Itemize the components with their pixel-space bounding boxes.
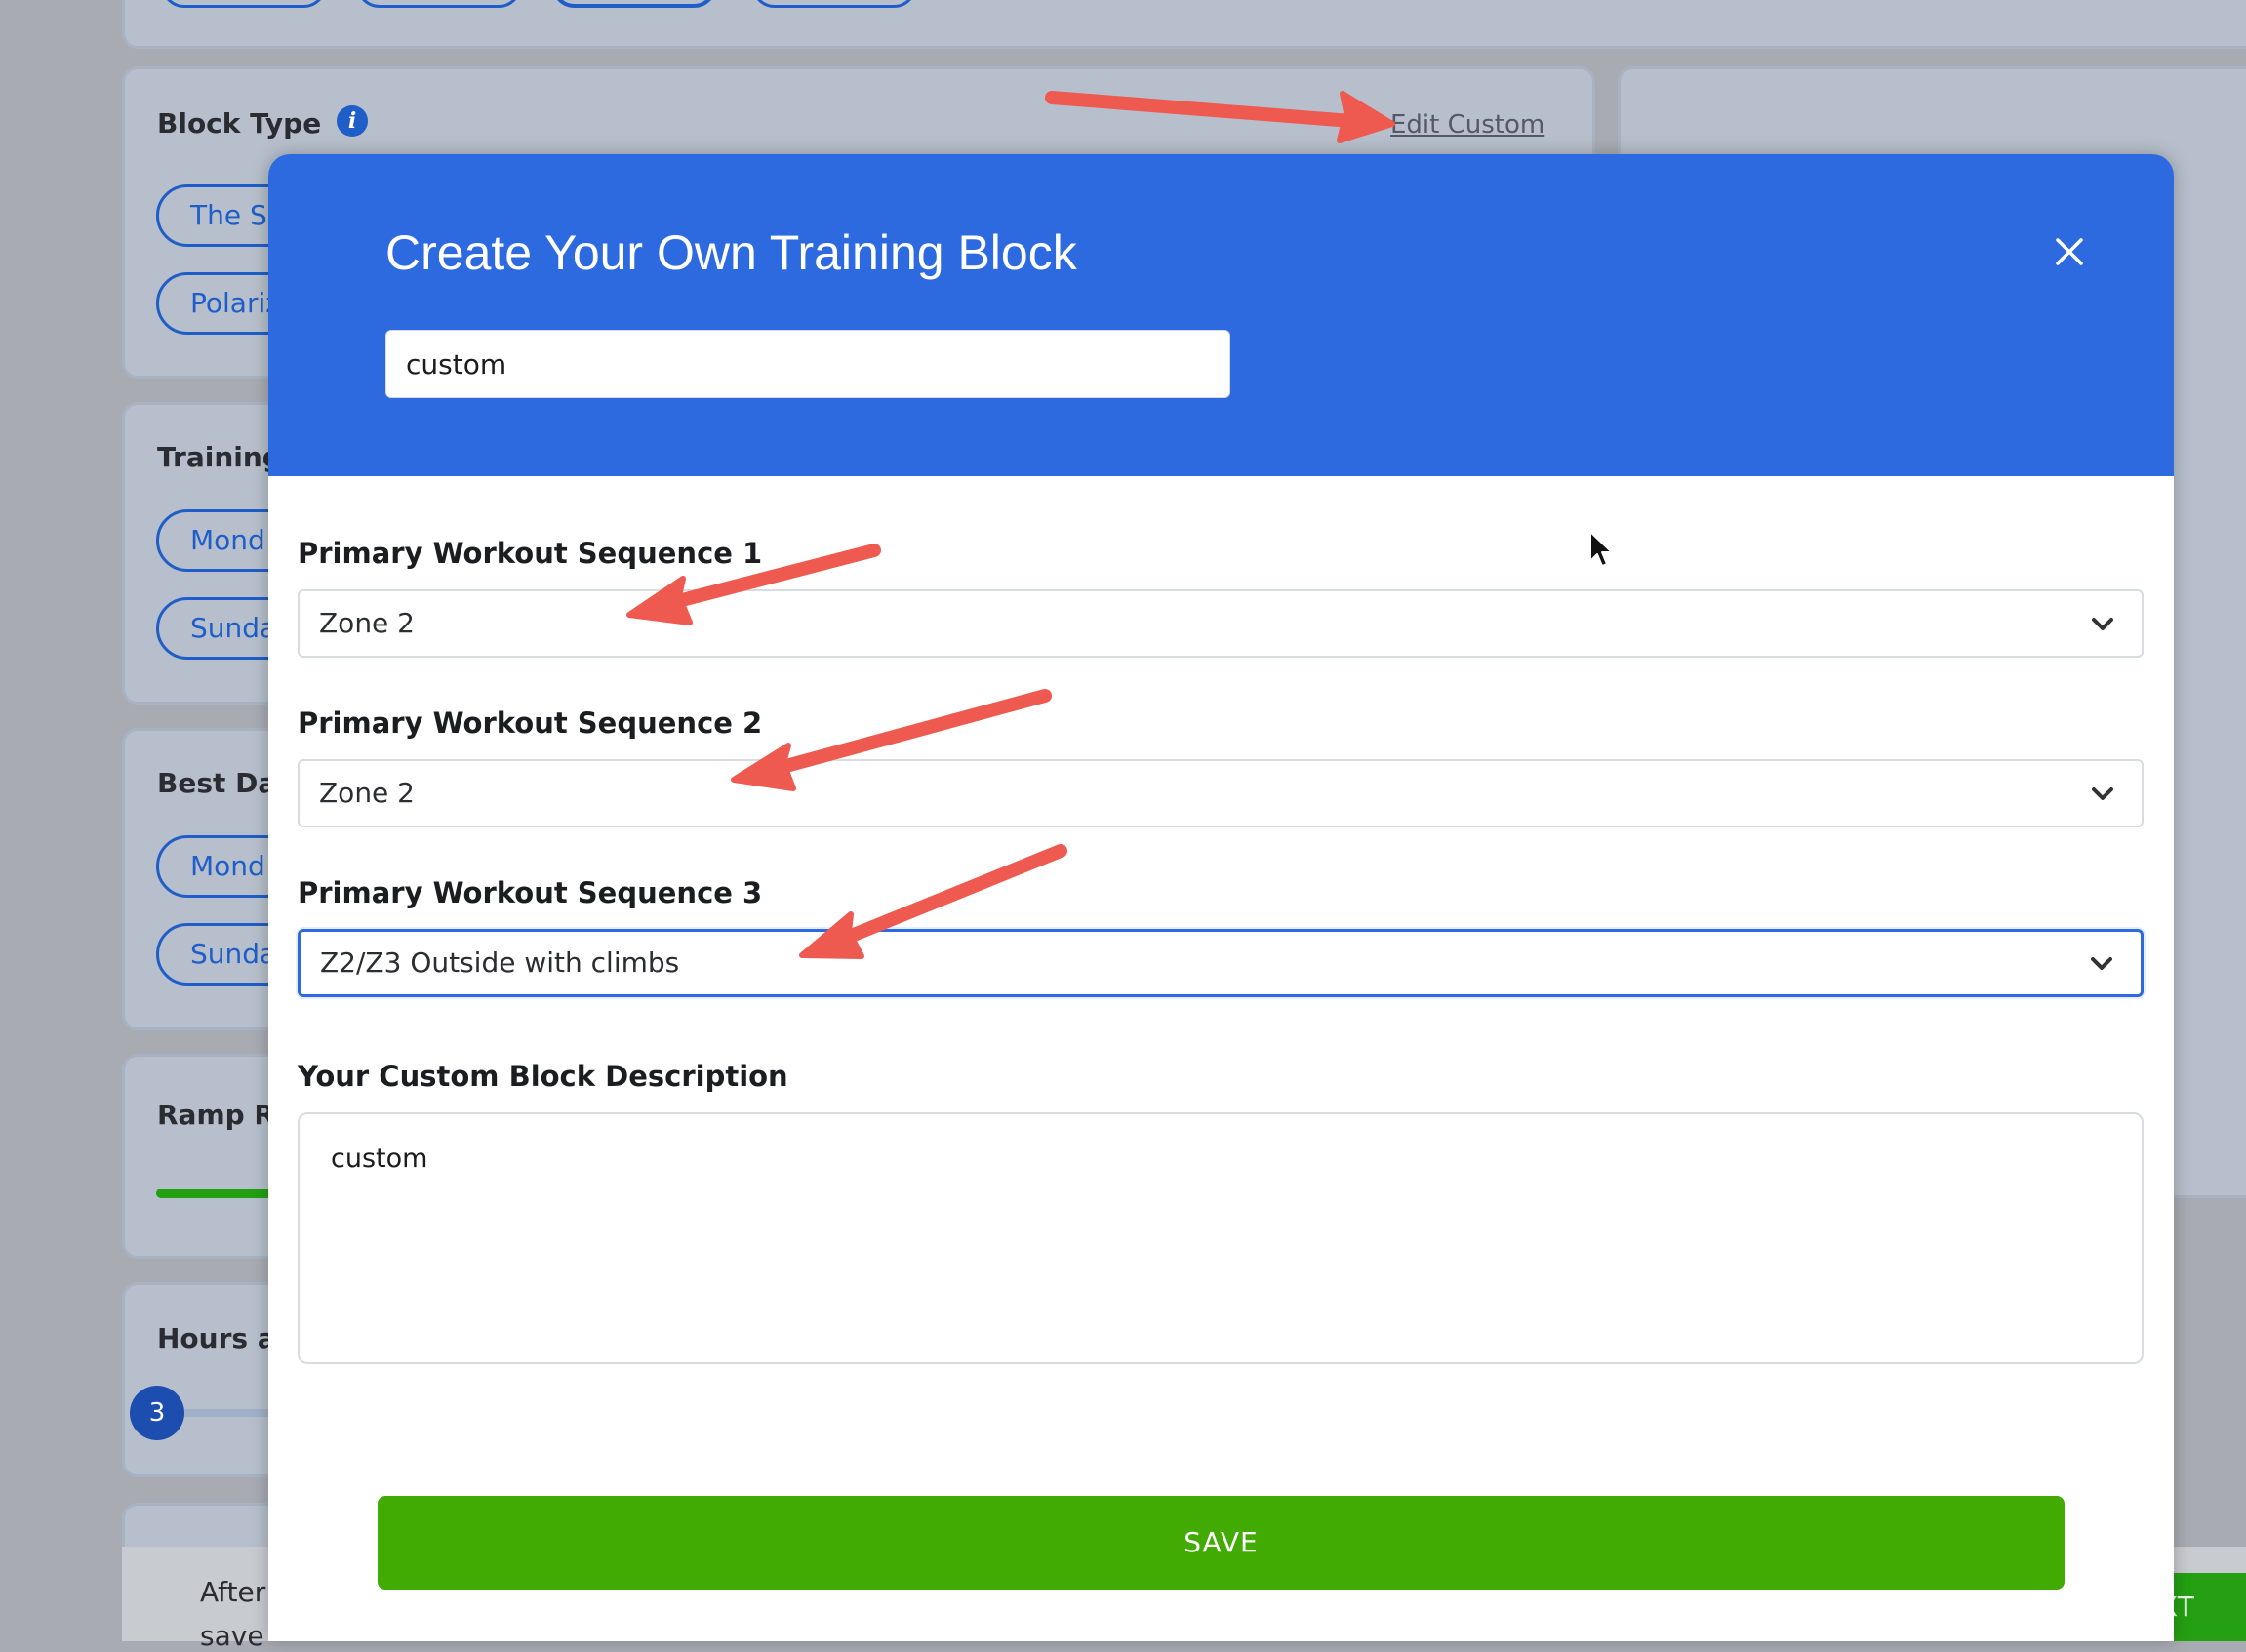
chevron-down-icon (2091, 957, 2112, 970)
mouse-cursor-icon (1589, 531, 1613, 567)
description-text: custom (331, 1144, 428, 1174)
next-button[interactable]: XT (2169, 1573, 2246, 1641)
sequence-1-label: Primary Workout Sequence 1 (298, 537, 763, 570)
chevron-down-icon (2092, 618, 2113, 630)
sequence-2-label: Primary Workout Sequence 2 (298, 706, 763, 740)
training-title: Training (157, 441, 282, 473)
sequence-1-select[interactable]: Zone 2 (298, 589, 2144, 658)
description-label: Your Custom Block Description (298, 1060, 788, 1093)
sequence-1-value: Zone 2 (319, 607, 415, 639)
description-textarea[interactable]: custom (298, 1112, 2144, 1364)
sequence-2-select[interactable]: Zone 2 (298, 759, 2144, 827)
top-pill-3[interactable] (551, 0, 717, 8)
sequence-2-value: Zone 2 (319, 777, 415, 809)
block-type-title: Block Type (157, 107, 322, 140)
edit-custom-link[interactable]: Edit Custom (1390, 110, 1544, 140)
create-training-block-modal: Create Your Own Training Block Primary W… (268, 154, 2174, 1641)
bottom-info-text-2: save (200, 1620, 264, 1652)
top-pill-2[interactable] (356, 0, 522, 8)
sequence-3-select[interactable]: Z2/Z3 Outside with climbs (298, 929, 2144, 997)
hours-slider-handle[interactable]: 3 (130, 1386, 184, 1440)
chevron-down-icon (2092, 787, 2113, 800)
sequence-3-value: Z2/Z3 Outside with climbs (320, 947, 680, 979)
sequence-3-label: Primary Workout Sequence 3 (298, 876, 763, 909)
modal-header: Create Your Own Training Block (268, 154, 2174, 476)
close-icon[interactable] (2042, 224, 2097, 279)
top-pill-1[interactable] (161, 0, 327, 8)
save-button[interactable]: SAVE (378, 1496, 2065, 1590)
info-icon[interactable]: i (337, 105, 368, 137)
bottom-info-text: After (200, 1576, 266, 1608)
block-name-input[interactable] (385, 330, 1230, 398)
top-pill-4[interactable] (751, 0, 917, 8)
modal-title: Create Your Own Training Block (385, 225, 1077, 280)
